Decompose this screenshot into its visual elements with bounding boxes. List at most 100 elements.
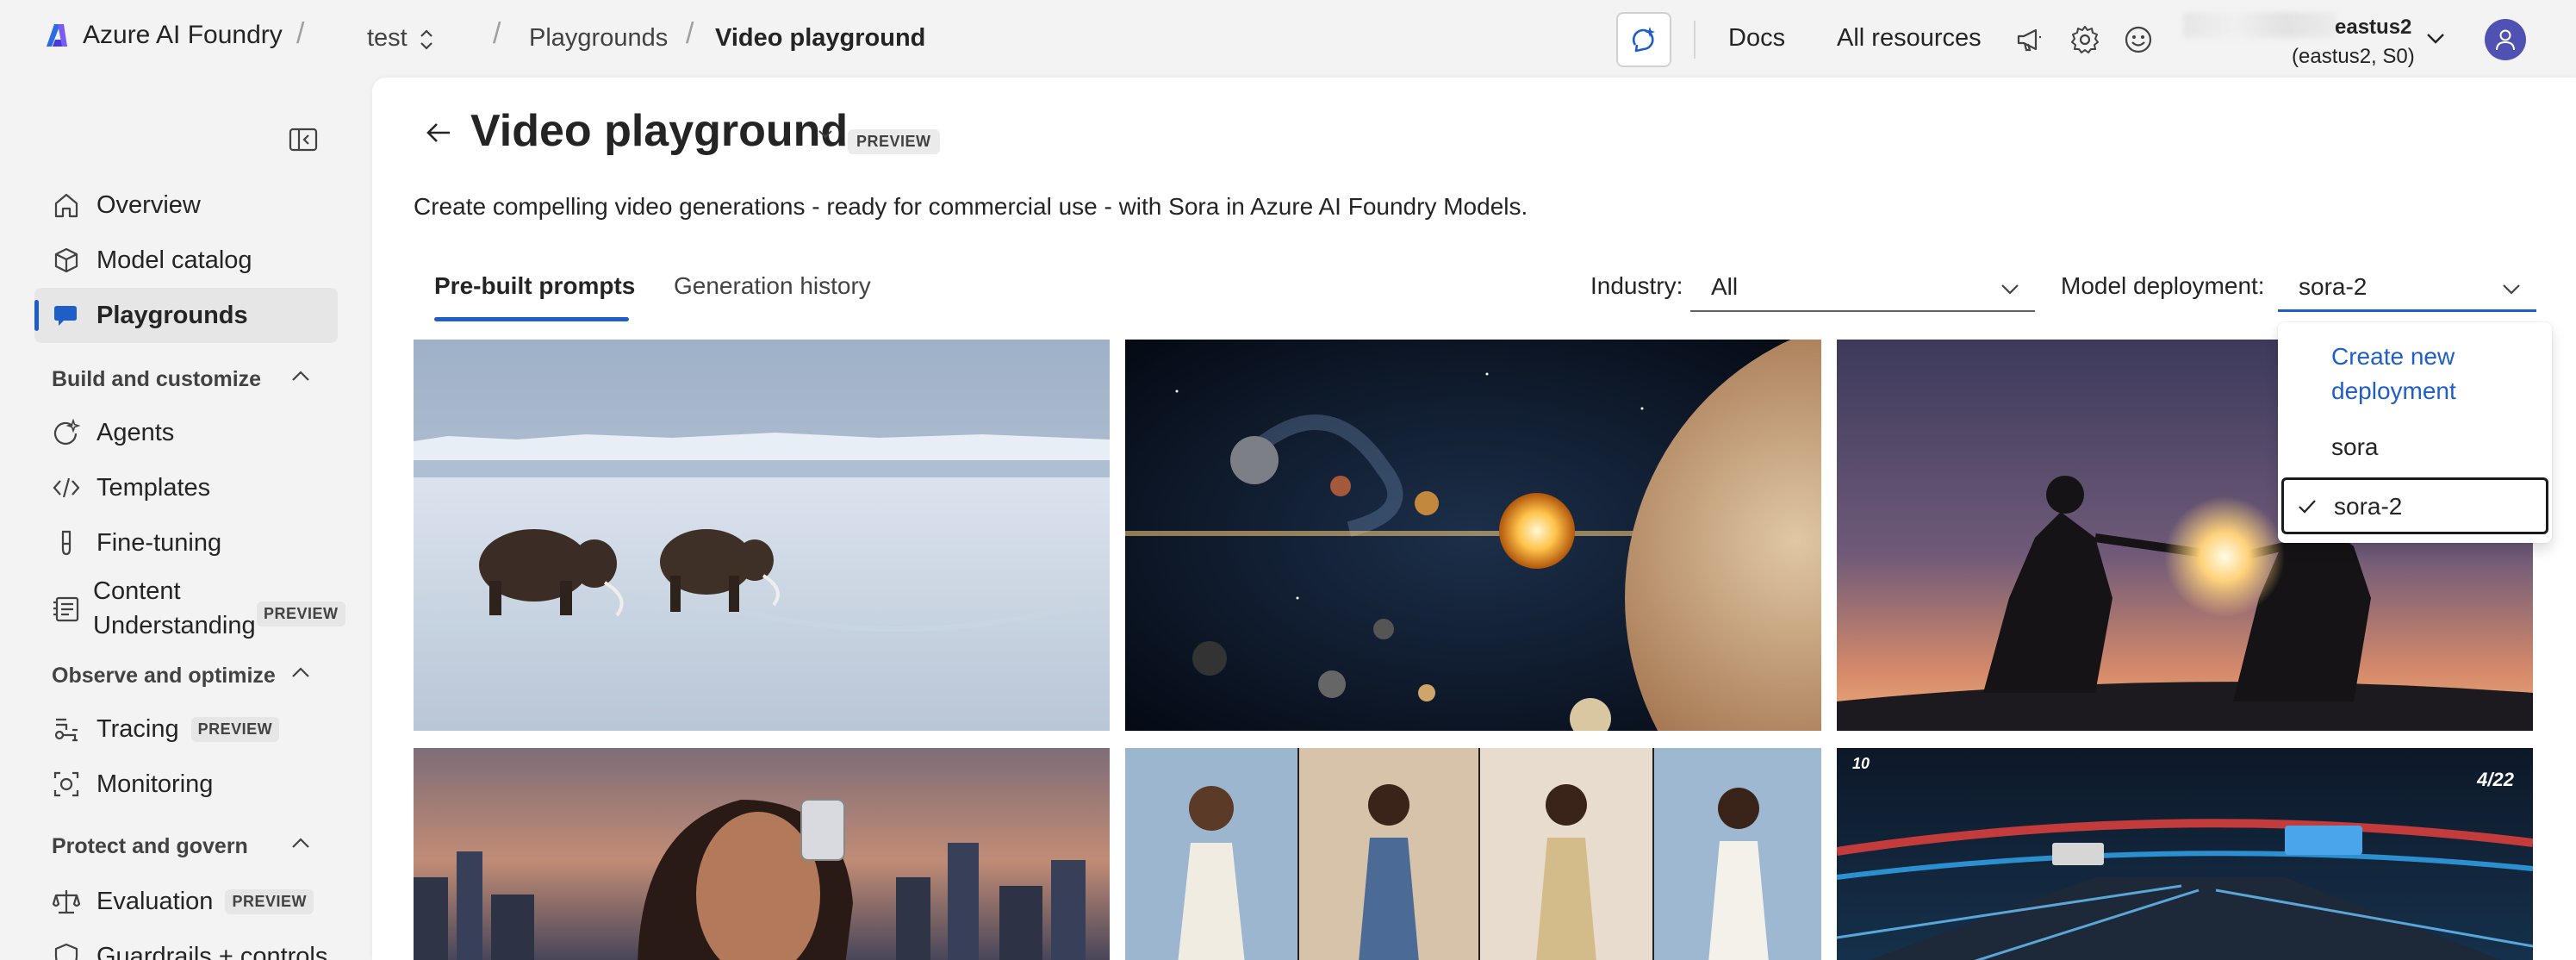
sidebar-item-label: Guardrails + controls [96,942,328,960]
sidebar-item-fine-tuning[interactable]: Fine-tuning [34,515,338,570]
divider [1694,21,1696,59]
tracing-icon [48,711,84,747]
sidebar-item-label: Agents [96,418,175,446]
collapse-sidebar-icon[interactable] [288,124,319,155]
megaphone-icon[interactable] [2013,22,2047,57]
sidebar-item-agents[interactable]: Agents [34,405,338,460]
racing-thumbnail [1837,748,2533,960]
brand[interactable]: Azure AI Foundry [41,21,283,50]
chat-icon [48,297,84,334]
cube-icon [48,242,84,278]
all-resources-link[interactable]: All resources [1837,24,1982,53]
prompt-tile-racing[interactable]: 10 4/22 [1837,748,2533,960]
prompt-tile-perfume[interactable] [414,748,1110,960]
project-selector[interactable]: test [367,24,408,53]
industry-dropdown[interactable]: All [1690,264,2035,312]
sidebar-item-label: Playgrounds [96,301,248,329]
sidebar-item-model-catalog[interactable]: Model catalog [34,233,338,288]
model-deployment-label: Model deployment: [2061,272,2265,299]
sidebar-item-label: Fine-tuning [96,528,222,557]
model-deployment-listbox: Create new deployment sora sora-2 [2278,322,2552,543]
breadcrumb-separator: / [296,17,305,50]
agent-icon [48,415,84,451]
feedback-smiley-icon[interactable] [2121,22,2156,57]
document-icon [48,591,84,627]
sidebar-item-label: Monitoring [96,770,214,798]
breadcrumb-current: Video playground [715,24,926,52]
sidebar-item-label: Model catalog [96,246,252,274]
chevron-down-icon [2503,284,2520,295]
prompt-tile-fashion[interactable] [1125,748,1821,960]
back-arrow-icon[interactable] [422,115,457,150]
tab-generation-history[interactable]: Generation history [674,272,871,300]
option-sora-2[interactable]: sora-2 [2281,477,2548,534]
hud-position: 4/22 [2477,769,2514,790]
shield-icon [48,938,84,960]
copilot-icon [1632,27,1655,53]
option-label: deployment [2331,377,2456,404]
breadcrumb-playgrounds[interactable]: Playgrounds [529,24,668,53]
person-icon [2496,29,2515,51]
sidebar-item-monitoring[interactable]: Monitoring [34,757,338,812]
sidebar-item-guardrails[interactable]: Guardrails + controls [34,929,338,960]
sidebar-item-playgrounds[interactable]: Playgrounds [34,288,338,343]
preview-badge: PREVIEW [225,888,314,914]
chevron-up-icon[interactable] [288,660,314,686]
sidebar-item-tracing[interactable]: Tracing PREVIEW [34,701,338,757]
section-build-and-customize: Build and customize [52,367,262,391]
sidebar-item-label: Understanding [93,612,256,639]
chevron-down-icon [2001,284,2019,295]
sidebar-item-label: Overview [96,190,201,219]
preview-badge: PREVIEW [257,602,345,626]
chevron-up-icon[interactable] [288,831,314,857]
industry-label: Industry: [1590,272,1683,299]
solar-system-thumbnail [1125,340,1821,731]
docs-link[interactable]: Docs [1728,24,1785,53]
section-protect-and-govern: Protect and govern [52,834,248,858]
breadcrumb-separator: / [493,17,501,50]
account-name-redacted [2183,12,2336,38]
chevron-down-icon[interactable] [2423,26,2448,52]
model-deployment-dropdown[interactable]: sora-2 [2278,264,2536,312]
sidebar-item-label: Content [93,577,181,605]
section-observe-and-optimize: Observe and optimize [52,664,276,688]
account-subscription[interactable]: (eastus2, S0) [2292,45,2415,69]
top-bar: Azure AI Foundry / test / Playgrounds / … [0,0,2576,78]
page-title: Video playground [470,106,849,156]
main-panel: Video playground PREVIEW Create compelli… [372,78,2576,960]
scale-icon [48,883,84,919]
breadcrumb-separator: / [686,17,694,50]
account-region[interactable]: eastus2 [2335,16,2411,40]
copilot-button[interactable] [1616,12,1671,67]
mammoths-thumbnail [414,340,1110,731]
chevron-down-icon[interactable] [815,124,836,145]
option-create-new-deployment[interactable]: Create new deployment [2281,340,2548,415]
preview-badge: PREVIEW [848,129,940,154]
sidebar: Overview Model catalog Playgrounds Build… [0,78,370,960]
sidebar-item-overview[interactable]: Overview [34,178,338,233]
fashion-thumbnail [1125,748,1821,960]
option-label: sora [2331,433,2379,460]
checkmark-icon [2299,500,2316,514]
sidebar-item-evaluation[interactable]: Evaluation PREVIEW [34,874,338,929]
sidebar-item-label: Tracing [96,714,179,743]
home-icon [48,187,84,223]
sidebar-item-templates[interactable]: Templates [34,460,338,515]
code-icon [48,470,84,506]
option-label: Create new [2331,343,2455,370]
option-sora[interactable]: sora [2281,421,2548,474]
option-label: sora-2 [2334,493,2403,520]
model-deployment-value: sora-2 [2299,272,2368,300]
hud-lap-counter: 10 [1852,755,1870,772]
azure-logo-icon [47,24,67,47]
sidebar-item-label: Evaluation [96,887,214,915]
prompt-tile-solar-system[interactable] [1125,340,1821,731]
chevron-updown-icon[interactable] [417,26,436,53]
chevron-up-icon[interactable] [288,364,314,390]
tab-pre-built-prompts[interactable]: Pre-built prompts [434,272,635,300]
avatar[interactable] [2485,19,2526,60]
prompt-tile-mammoths[interactable] [414,340,1110,731]
settings-gear-icon[interactable] [2068,22,2102,57]
sidebar-item-content-understanding[interactable]: Content Understanding PREVIEW [34,569,345,655]
sidebar-item-label: Templates [96,473,211,502]
